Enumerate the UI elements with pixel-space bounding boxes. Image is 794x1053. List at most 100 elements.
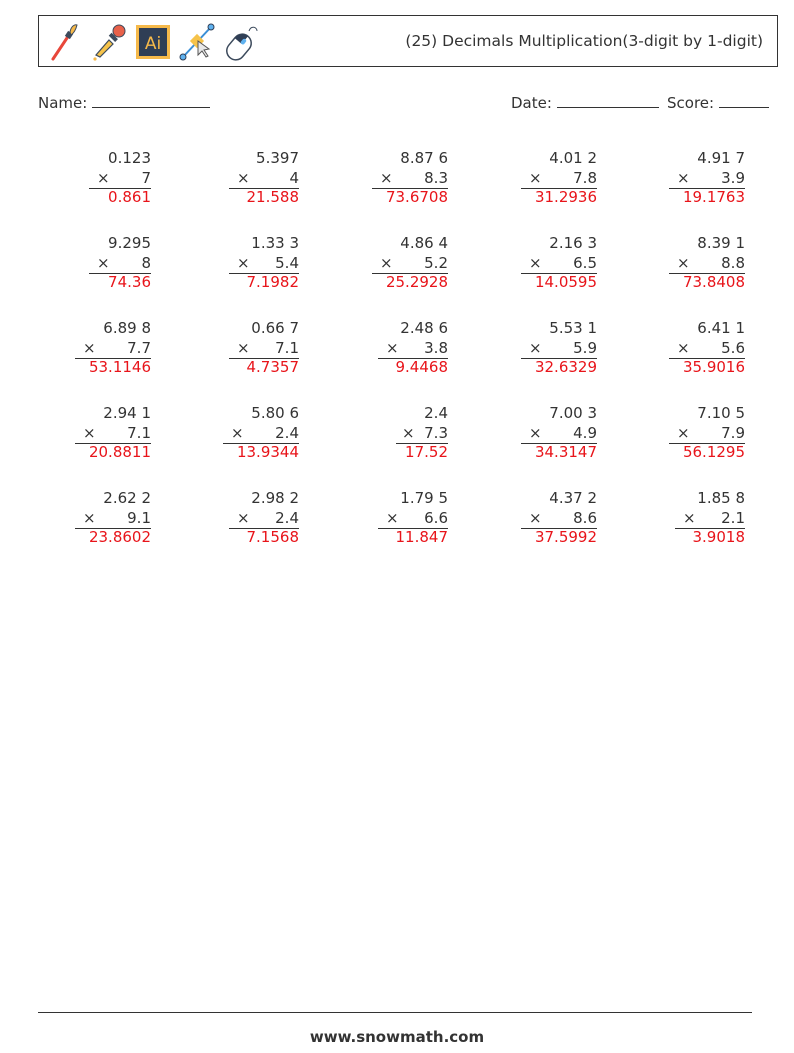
multiplicand: 6.89 8 — [103, 319, 151, 337]
multiplier-row: × 2.4 — [223, 424, 299, 444]
multiplier: 5.6 — [721, 338, 745, 357]
multiplier-row: × 9.1 — [75, 509, 151, 529]
multiplier: 7.8 — [573, 168, 597, 187]
answer: 23.8602 — [88, 528, 151, 546]
problem-item: 2.4 × 7.3 17.52 — [396, 404, 448, 463]
multiplier: 4.9 — [573, 423, 597, 442]
score-label: Score: — [667, 94, 715, 112]
answer: 34.3147 — [534, 443, 597, 461]
score-field[interactable]: Score: — [667, 93, 769, 112]
answer: 11.847 — [395, 528, 449, 546]
name-blank[interactable] — [92, 93, 211, 108]
multiplier: 6.6 — [424, 508, 448, 527]
problem-item: 4.01 2 × 7.8 31.2936 — [521, 149, 597, 208]
footer-divider — [38, 1012, 752, 1013]
multiplier: 2.1 — [721, 508, 745, 527]
problem-item: 7.00 3 × 4.9 34.3147 — [521, 404, 597, 463]
multiply-sign: × — [677, 338, 690, 357]
problem-item: 2.98 2 × 2.4 7.1568 — [229, 489, 299, 548]
problem-item: 7.10 5 × 7.9 56.1295 — [669, 404, 745, 463]
answer: 37.5992 — [534, 528, 597, 546]
multiplier-row: × 6.5 — [521, 254, 597, 274]
multiplier-row: × 3.8 — [378, 339, 448, 359]
multiplicand: 5.53 1 — [549, 319, 597, 337]
multiplier: 3.9 — [721, 168, 745, 187]
multiply-sign: × — [677, 168, 690, 187]
multiply-sign: × — [677, 253, 690, 272]
multiplier: 7.1 — [275, 338, 299, 357]
multiplicand: 0.123 — [108, 149, 151, 167]
multiplier: 2.4 — [275, 508, 299, 527]
icon-strip: Ai — [47, 22, 259, 62]
answer: 7.1568 — [246, 528, 300, 546]
answer: 74.36 — [108, 273, 151, 291]
multiplicand: 2.62 2 — [103, 489, 151, 507]
problem-item: 5.80 6 × 2.4 13.9344 — [223, 404, 299, 463]
multiplicand: 2.94 1 — [103, 404, 151, 422]
multiply-sign: × — [529, 338, 542, 357]
multiply-sign: × — [237, 168, 250, 187]
multiply-sign: × — [402, 423, 415, 442]
problem-item: 8.87 6 × 8.3 73.6708 — [372, 149, 448, 208]
multiplier-row: × 5.2 — [372, 254, 448, 274]
paintbrush-icon — [51, 24, 78, 61]
multiply-sign: × — [237, 338, 250, 357]
multiplicand: 7.00 3 — [549, 404, 597, 422]
multiplicand: 4.91 7 — [697, 149, 745, 167]
multiplier-row: × 8 — [89, 254, 151, 274]
problem-item: 9.295 × 8 74.36 — [89, 234, 151, 293]
multiply-sign: × — [83, 338, 96, 357]
answer: 0.861 — [108, 188, 151, 206]
multiplicand: 4.37 2 — [549, 489, 597, 507]
multiplier-row: × 7.1 — [75, 424, 151, 444]
multiplicand: 6.41 1 — [697, 319, 745, 337]
date-label: Date: — [511, 94, 552, 112]
multiplier: 5.4 — [275, 253, 299, 272]
multiplicand: 2.48 6 — [400, 319, 448, 337]
multiply-sign: × — [386, 508, 399, 527]
multiplier: 8.3 — [424, 168, 448, 187]
multiply-sign: × — [683, 508, 696, 527]
multiplier: 3.8 — [424, 338, 448, 357]
problem-item: 1.33 3 × 5.4 7.1982 — [229, 234, 299, 293]
name-field[interactable]: Name: — [38, 93, 211, 112]
answer: 9.4468 — [395, 358, 449, 376]
answer: 20.8811 — [88, 443, 151, 461]
answer: 32.6329 — [534, 358, 597, 376]
problem-item: 6.41 1 × 5.6 35.9016 — [669, 319, 745, 378]
mouse-icon — [226, 26, 258, 61]
multiply-sign: × — [386, 338, 399, 357]
answer: 14.0595 — [534, 273, 597, 291]
multiply-sign: × — [237, 508, 250, 527]
answer: 73.6708 — [385, 188, 448, 206]
answer: 56.1295 — [682, 443, 745, 461]
multiplier-row: × 4 — [229, 169, 299, 189]
multiplicand: 5.397 — [256, 149, 299, 167]
multiply-sign: × — [529, 168, 542, 187]
multiplier-row: × 6.6 — [378, 509, 448, 529]
multiply-sign: × — [97, 168, 110, 187]
answer: 19.1763 — [682, 188, 745, 206]
score-blank[interactable] — [718, 93, 769, 108]
multiplier: 7.9 — [721, 423, 745, 442]
problem-item: 0.66 7 × 7.1 4.7357 — [229, 319, 299, 378]
answer: 7.1982 — [246, 273, 300, 291]
multiplicand: 4.01 2 — [549, 149, 597, 167]
problem-item: 2.48 6 × 3.8 9.4468 — [378, 319, 448, 378]
multiplier-row: × 7 — [89, 169, 151, 189]
multiplicand: 8.87 6 — [400, 149, 448, 167]
problem-item: 6.89 8 × 7.7 53.1146 — [75, 319, 151, 378]
date-field[interactable]: Date: — [511, 93, 659, 112]
illustrator-label: Ai — [145, 34, 161, 54]
multiplier: 7.1 — [127, 423, 151, 442]
multiplier-row: × 8.6 — [521, 509, 597, 529]
multiplier-row: × 7.7 — [75, 339, 151, 359]
problem-item: 2.94 1 × 7.1 20.8811 — [75, 404, 151, 463]
multiplier: 9.1 — [127, 508, 151, 527]
multiply-sign: × — [529, 508, 542, 527]
answer: 25.2928 — [385, 273, 448, 291]
eyedropper-icon — [93, 24, 126, 61]
multiplier-row: × 5.4 — [229, 254, 299, 274]
date-blank[interactable] — [556, 93, 659, 108]
footer-site: www.snowmath.com — [309, 1028, 485, 1046]
